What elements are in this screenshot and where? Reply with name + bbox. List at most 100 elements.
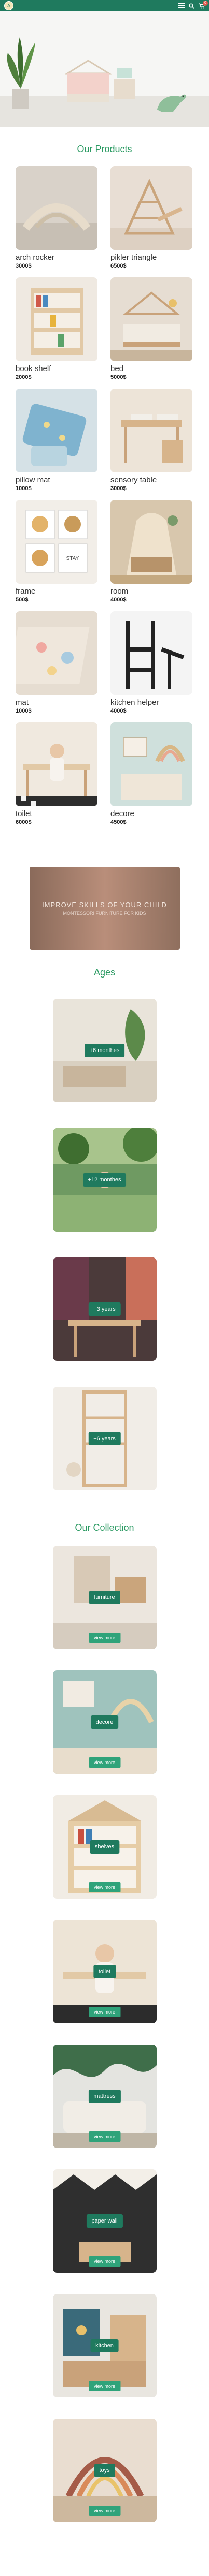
product-card[interactable]: bed 5000$ — [110, 277, 192, 380]
view-more-button[interactable]: view more — [88, 2506, 121, 2516]
product-price: 3000$ — [110, 485, 127, 492]
collection-tile[interactable]: kitchen view more — [52, 2294, 157, 2397]
product-price: 1000$ — [16, 485, 32, 492]
collection-label[interactable]: decore — [90, 1715, 119, 1729]
nav-icons: 0 — [178, 0, 208, 9]
product-image[interactable] — [110, 611, 192, 695]
view-more-button[interactable]: view more — [88, 2381, 121, 2391]
product-image[interactable] — [16, 389, 97, 472]
product-image[interactable] — [110, 722, 192, 806]
product-card[interactable]: room 4000$ — [110, 500, 192, 603]
product-price: 6000$ — [16, 819, 32, 825]
promo-banner[interactable]: IMPROVE SKILLS OF YOUR CHILD MONTESSORI … — [29, 867, 180, 950]
product-name[interactable]: mat — [16, 698, 97, 707]
product-name[interactable]: pillow mat — [16, 476, 97, 484]
brand-logo[interactable]: A — [4, 1, 13, 10]
logo-letter: A — [7, 3, 10, 8]
view-more-button[interactable]: view more — [88, 2131, 121, 2142]
cart-button[interactable]: 0 — [199, 0, 208, 9]
product-image[interactable] — [110, 166, 192, 250]
product-image[interactable] — [16, 722, 97, 806]
product-card[interactable]: STAY frame 500$ — [16, 500, 97, 603]
age-label[interactable]: +12 monthes — [82, 1173, 127, 1187]
products-grid: arch rocker 3000$ pikler triangle 6500$ … — [0, 166, 209, 825]
dinosaur-toy-illustration — [157, 94, 186, 112]
product-image[interactable] — [16, 277, 97, 361]
age-label[interactable]: +3 years — [88, 1302, 121, 1316]
product-name[interactable]: frame — [16, 587, 97, 596]
collection-tile[interactable]: paper wall view more — [52, 2169, 157, 2273]
product-image[interactable]: STAY — [16, 500, 97, 584]
hero-image — [0, 11, 209, 127]
product-image[interactable] — [110, 277, 192, 361]
product-card[interactable]: kitchen helper 4000$ — [110, 611, 192, 714]
product-name[interactable]: pikler triangle — [110, 253, 192, 262]
product-card[interactable]: mat 1000$ — [16, 611, 97, 714]
svg-text:STAY: STAY — [66, 556, 79, 561]
product-card[interactable]: toilet 6000$ — [16, 722, 97, 825]
product-image[interactable] — [16, 611, 97, 695]
search-icon[interactable] — [189, 3, 194, 9]
cart-count-badge: 0 — [203, 0, 208, 6]
product-name[interactable]: decore — [110, 809, 192, 818]
product-card[interactable]: pillow mat 1000$ — [16, 389, 97, 492]
product-price: 4000$ — [110, 708, 127, 714]
house-bed-illustration — [64, 60, 135, 102]
product-name[interactable]: toilet — [16, 809, 97, 818]
product-price: 6500$ — [110, 263, 127, 269]
collection-label[interactable]: kitchen — [90, 2339, 119, 2352]
collection-tile[interactable]: decore view more — [52, 1670, 157, 1774]
collection-label[interactable]: mattress — [88, 2090, 121, 2103]
collection-tile[interactable]: furniture view more — [52, 1546, 157, 1649]
age-tile[interactable]: +6 years — [52, 1387, 157, 1490]
view-more-button[interactable]: view more — [88, 1882, 121, 1892]
product-card[interactable]: arch rocker 3000$ — [16, 166, 97, 269]
menu-icon[interactable] — [178, 3, 185, 8]
product-image[interactable] — [110, 500, 192, 584]
product-name[interactable]: book shelf — [16, 364, 97, 373]
top-navbar: A 0 — [0, 0, 209, 11]
collection-tile[interactable]: toilet view more — [52, 1920, 157, 2023]
age-tile[interactable]: +12 monthes — [52, 1128, 157, 1232]
product-card[interactable]: sensory table 3000$ — [110, 389, 192, 492]
collection-tile[interactable]: mattress view more — [52, 2045, 157, 2148]
banner-headline: IMPROVE SKILLS OF YOUR CHILD — [42, 900, 167, 909]
age-tile[interactable]: +3 years — [52, 1257, 157, 1361]
plant-illustration — [7, 37, 35, 109]
banner-subtitle: MONTESSORI FURNITURE FOR KIDS — [63, 910, 146, 916]
product-image[interactable] — [110, 389, 192, 472]
product-price: 3000$ — [16, 263, 32, 269]
collection-title: Our Collection — [75, 1522, 134, 1533]
product-price: 1000$ — [16, 708, 32, 714]
products-title: Our Products — [77, 144, 132, 154]
product-name[interactable]: sensory table — [110, 476, 192, 484]
ages-title: Ages — [93, 967, 116, 978]
product-price: 4000$ — [110, 597, 127, 603]
collection-label[interactable]: toilet — [93, 1965, 116, 1978]
product-name[interactable]: room — [110, 587, 192, 596]
collection-label[interactable]: toys — [94, 2464, 115, 2477]
product-name[interactable]: bed — [110, 364, 192, 373]
collection-label[interactable]: paper wall — [86, 2214, 123, 2228]
product-card[interactable]: pikler triangle 6500$ — [110, 166, 192, 269]
collection-tile[interactable]: toys view more — [52, 2419, 157, 2522]
view-more-button[interactable]: view more — [88, 1757, 121, 1768]
collection-list: furniture view more decore view more she… — [0, 1546, 209, 2522]
product-card[interactable]: decore 4500$ — [110, 722, 192, 825]
collection-label[interactable]: shelves — [89, 1840, 120, 1854]
age-tile[interactable]: +6 monthes — [52, 999, 157, 1102]
product-card[interactable]: book shelf 2000$ — [16, 277, 97, 380]
view-more-button[interactable]: view more — [88, 2256, 121, 2267]
ages-list: +6 monthes +12 monthes +3 years +6 years — [0, 999, 209, 1490]
age-label[interactable]: +6 monthes — [84, 1044, 125, 1057]
collection-label[interactable]: furniture — [89, 1591, 120, 1604]
product-image[interactable] — [16, 166, 97, 250]
collection-tile[interactable]: shelves view more — [52, 1795, 157, 1899]
view-more-button[interactable]: view more — [88, 2007, 121, 2017]
product-price: 5000$ — [110, 374, 127, 380]
product-name[interactable]: kitchen helper — [110, 698, 192, 707]
product-name[interactable]: arch rocker — [16, 253, 97, 262]
view-more-button[interactable]: view more — [88, 1633, 121, 1643]
age-label[interactable]: +6 years — [88, 1432, 121, 1445]
product-price: 4500$ — [110, 819, 127, 825]
